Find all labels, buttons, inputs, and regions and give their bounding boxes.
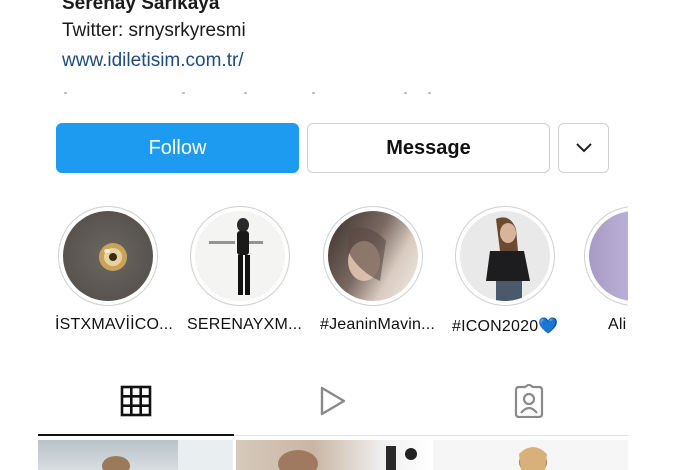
chevron-down-icon: [575, 143, 592, 153]
highlight-item[interactable]: SERENAYXM...: [187, 206, 303, 334]
highlight-cover: [589, 211, 628, 301]
grid-icon: [120, 385, 152, 417]
cropped-text-remnant: [62, 92, 442, 96]
message-button[interactable]: Message: [307, 123, 550, 173]
highlight-cover: [328, 211, 418, 301]
highlight-ring[interactable]: [584, 206, 628, 306]
twitter-handle: Twitter: srnysrkyresmi: [62, 20, 246, 41]
highlight-item[interactable]: Ali: [584, 206, 628, 334]
highlight-ring[interactable]: [190, 206, 290, 306]
tabs-divider: [234, 435, 628, 436]
highlight-label: Ali: [608, 316, 627, 333]
highlight-label: #JeaninMavin...: [320, 316, 436, 333]
tagged-user-icon: [514, 384, 544, 418]
profile-tabs: [38, 368, 628, 436]
highlight-item[interactable]: #JeaninMavin...: [320, 206, 436, 334]
tab-posts[interactable]: [38, 368, 234, 434]
highlight-ring[interactable]: [323, 206, 423, 306]
highlight-item[interactable]: #ICON2020💙: [452, 206, 558, 336]
highlight-label: İSTXMAVİİCO...: [55, 316, 174, 333]
active-tab-indicator: [38, 434, 234, 436]
highlight-ring[interactable]: [58, 206, 158, 306]
post-thumbnail[interactable]: [433, 440, 628, 470]
post-thumbnail[interactable]: [236, 440, 430, 470]
tab-reels[interactable]: [234, 368, 430, 434]
highlight-label: #ICON2020💙: [452, 318, 559, 335]
highlight-ring[interactable]: [455, 206, 555, 306]
profile-name: Serenay Sarıkaya: [62, 0, 220, 14]
highlight-cover: [195, 211, 285, 301]
suggested-accounts-button[interactable]: [558, 123, 609, 173]
posts-grid: [38, 440, 628, 470]
follow-button[interactable]: Follow: [56, 123, 299, 173]
website-link[interactable]: www.idiletisim.com.tr/: [62, 46, 622, 76]
tab-tagged[interactable]: [431, 368, 627, 434]
highlight-label: SERENAYXM...: [187, 316, 303, 333]
post-thumbnail[interactable]: [38, 440, 233, 470]
reels-play-icon: [320, 386, 346, 416]
highlight-cover: [460, 211, 550, 301]
highlight-cover: [63, 211, 153, 301]
highlight-item[interactable]: İSTXMAVİİCO...: [55, 206, 174, 334]
profile-bio: Serenay Sarıkaya Twitter: srnysrkyresmi …: [62, 0, 622, 76]
